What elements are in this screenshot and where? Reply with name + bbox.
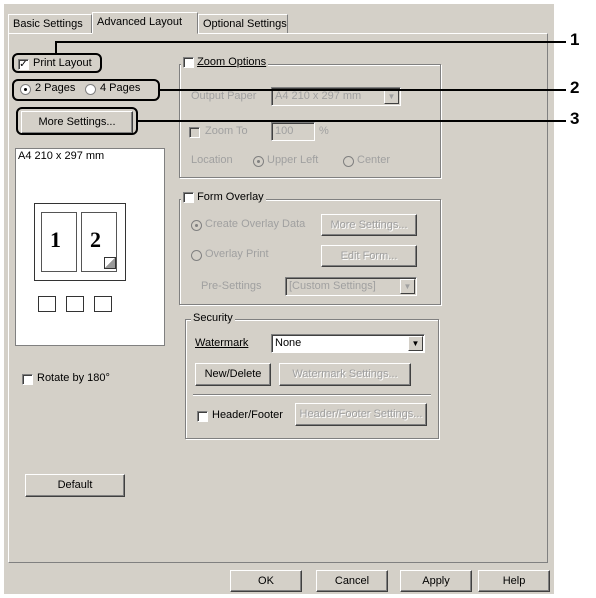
apply-button[interactable]: Apply	[400, 570, 472, 592]
output-paper-label: Output Paper	[191, 90, 257, 102]
upper-left-radio[interactable]	[253, 156, 264, 167]
layout-preview: A4 210 x 297 mm 1 2	[15, 148, 165, 346]
form-overlay-label: Form Overlay	[197, 191, 264, 203]
zoom-value: 100	[275, 125, 294, 137]
zoom-options-title: Zoom Options	[181, 56, 269, 68]
header-footer-settings-button[interactable]: Header/Footer Settings...	[295, 403, 427, 426]
rotate-checkbox[interactable]	[22, 374, 33, 385]
callout-3-line	[138, 120, 566, 122]
cancel-button[interactable]: Cancel	[316, 570, 388, 592]
location-label: Location	[191, 154, 233, 166]
pre-settings-value: [Custom Settings]	[289, 280, 376, 292]
page-number-1: 1	[50, 227, 61, 252]
overlay-print-label: Overlay Print	[205, 248, 269, 260]
zoom-value-input[interactable]: 100	[271, 122, 315, 141]
rotate-label: Rotate by 180°	[37, 372, 110, 384]
preview-page-1: 1	[41, 212, 77, 272]
callout-2-line	[160, 89, 566, 91]
zoom-unit: %	[319, 125, 329, 137]
callout-1-line	[102, 41, 566, 43]
chevron-down-icon: ▼	[400, 279, 415, 294]
order-icon-2	[66, 296, 84, 312]
callout-pages-box	[12, 79, 160, 101]
ok-button[interactable]: OK	[230, 570, 302, 592]
preview-page-2: 2	[81, 212, 117, 272]
watermark-select[interactable]: None ▼	[271, 334, 425, 353]
center-radio[interactable]	[343, 156, 354, 167]
tab-advanced-layout[interactable]: Advanced Layout	[92, 12, 198, 34]
overlay-print-radio[interactable]	[191, 250, 202, 261]
upper-left-label: Upper Left	[267, 154, 319, 166]
form-overlay-title: Form Overlay	[181, 191, 266, 203]
callout-1-line-left	[55, 41, 103, 43]
header-footer-label: Header/Footer	[212, 409, 283, 421]
preview-sheet: 1 2	[34, 203, 126, 281]
zoom-options-checkbox[interactable]	[183, 56, 194, 68]
overlay-more-settings-button[interactable]: More Settings...	[321, 214, 417, 236]
new-delete-button[interactable]: New/Delete	[195, 363, 271, 386]
callout-more-settings-box	[16, 107, 138, 135]
order-icon-3	[94, 296, 112, 312]
pre-settings-label: Pre-Settings	[201, 280, 262, 292]
zoom-to-checkbox[interactable]	[189, 127, 200, 138]
edit-form-button[interactable]: Edit Form...	[321, 245, 417, 267]
chevron-down-icon: ▼	[408, 336, 423, 351]
pre-settings-select[interactable]: [Custom Settings] ▼	[285, 277, 417, 296]
zoom-options-label: Zoom Options	[197, 56, 267, 68]
form-overlay-checkbox[interactable]	[183, 191, 194, 203]
callout-1-number: 1	[570, 30, 580, 49]
header-footer-checkbox[interactable]	[197, 411, 208, 422]
security-title: Security	[191, 312, 235, 324]
callout-print-layout-box	[12, 53, 102, 73]
watermark-settings-button[interactable]: Watermark Settings...	[279, 363, 411, 386]
tab-optional-settings[interactable]: Optional Settings	[198, 14, 288, 34]
callout-2-number: 2	[570, 78, 580, 97]
watermark-value: None	[275, 337, 302, 349]
callout-3-number: 3	[570, 109, 580, 128]
output-paper-value: A4 210 x 297 mm	[275, 90, 362, 102]
order-icon-1	[38, 296, 56, 312]
page-fold-icon	[104, 257, 116, 269]
zoom-to-label: Zoom To	[205, 125, 248, 137]
center-label: Center	[357, 154, 391, 166]
page-number-2: 2	[90, 227, 101, 252]
tab-basic-settings[interactable]: Basic Settings	[8, 14, 92, 34]
help-button[interactable]: Help	[478, 570, 550, 592]
watermark-label: Watermark	[195, 337, 249, 349]
create-overlay-radio[interactable]	[191, 220, 202, 231]
create-overlay-label: Create Overlay Data	[205, 218, 306, 230]
security-divider	[193, 394, 431, 396]
default-button[interactable]: Default	[25, 474, 125, 497]
preview-paper-size: A4 210 x 297 mm	[18, 150, 105, 162]
chevron-down-icon: ▼	[384, 89, 399, 104]
